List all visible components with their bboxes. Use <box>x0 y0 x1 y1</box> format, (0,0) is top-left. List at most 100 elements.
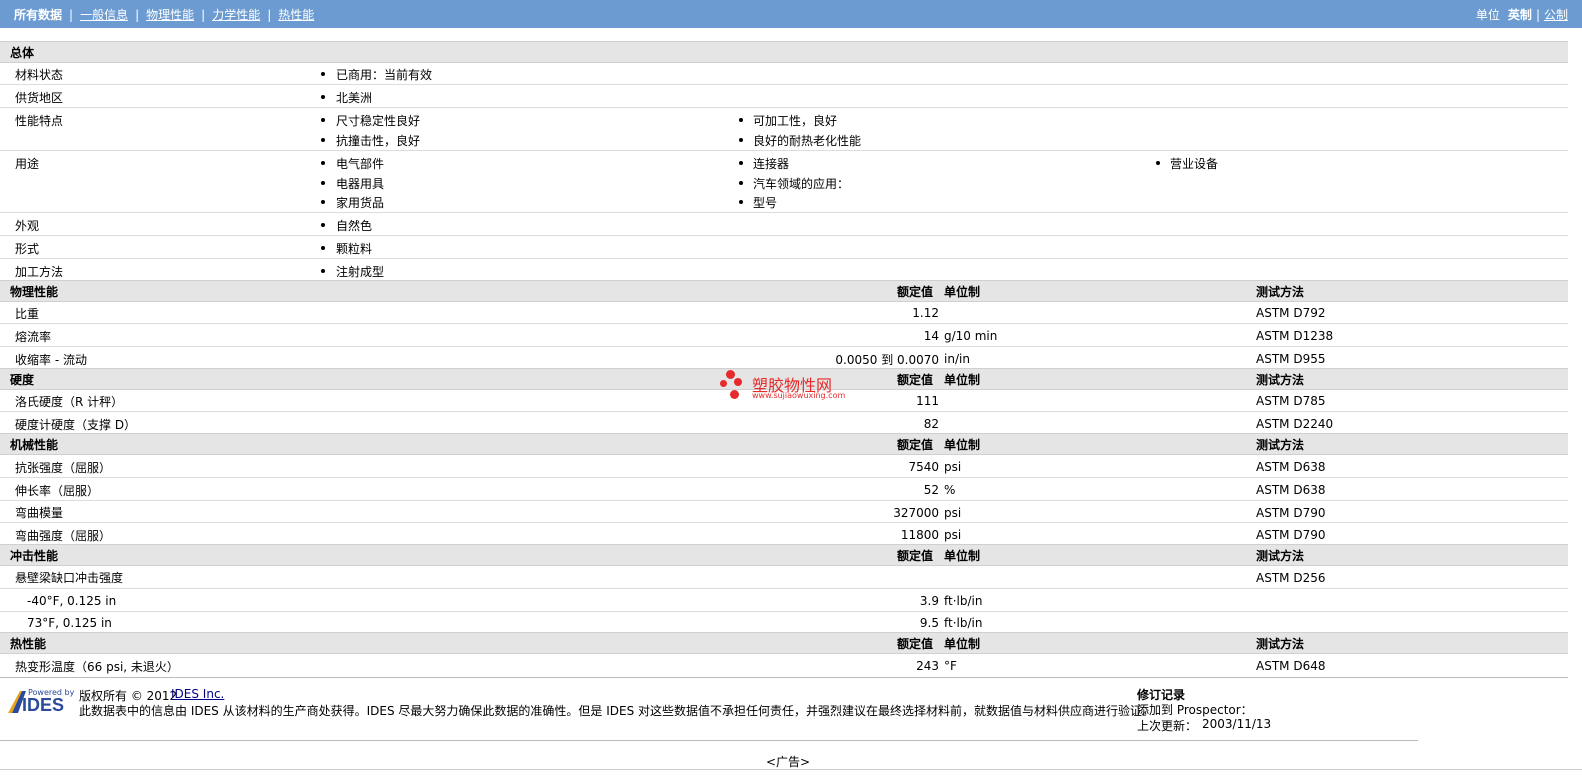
col-header-nominal: 额定值 <box>897 438 934 452</box>
property-name: 硬度计硬度（支撑 D） <box>15 418 137 432</box>
last-update-label: 上次更新： <box>1137 719 1198 733</box>
top-nav-bar: 所有数据 | 一般信息 | 物理性能 | 力学性能 | 热性能 单位 英制 | … <box>0 0 1582 28</box>
section-header-thermal <box>0 632 1568 654</box>
section-title-hardness: 硬度 <box>10 373 35 387</box>
property-name: 洛氏硬度（R 计秤） <box>15 395 124 409</box>
company-link[interactable]: IDES Inc. <box>171 687 224 701</box>
section-header-general <box>0 41 1568 63</box>
bullet <box>321 246 325 250</box>
tab-mechanical[interactable]: 力学性能 <box>212 6 260 23</box>
bullet <box>321 200 325 204</box>
property-unit: psi <box>944 460 962 474</box>
property-value: 9.5 <box>919 616 939 630</box>
bullet <box>321 161 325 165</box>
unit-separator: | <box>1535 7 1540 22</box>
watermark-dot <box>720 380 727 387</box>
appearance-value: 自然色 <box>336 219 373 233</box>
property-value: 14 <box>923 329 939 343</box>
row-divider <box>0 323 1568 324</box>
row-divider <box>0 522 1568 523</box>
property-unit: °F <box>944 659 957 673</box>
bullet <box>321 269 325 273</box>
section-header-mechanical <box>0 433 1568 455</box>
use-item: 家用货品 <box>336 196 385 210</box>
tab-all-data[interactable]: 所有数据 <box>14 6 62 23</box>
tab-separator: | <box>69 7 74 22</box>
property-method: ASTM D790 <box>1256 528 1326 542</box>
feature-item: 抗撞击性，良好 <box>336 134 421 148</box>
col-header-unit: 单位制 <box>944 373 981 387</box>
property-name: 悬壁梁缺口冲击强度 <box>15 571 124 585</box>
property-value: 11800 <box>900 528 939 542</box>
feature-item: 尺寸稳定性良好 <box>336 114 421 128</box>
row-divider <box>0 235 1568 236</box>
section-title-physical: 物理性能 <box>10 285 59 299</box>
tab-separator: | <box>267 7 272 22</box>
section-header-physical <box>0 280 1568 302</box>
row-divider <box>0 411 1568 412</box>
col-header-nominal: 额定值 <box>897 637 934 651</box>
disclaimer-text: 此数据表中的信息由 IDES 从该材料的生产商处获得。IDES 尽最大努力确保此… <box>79 704 1155 718</box>
property-method: ASTM D648 <box>1256 659 1326 673</box>
property-name: 比重 <box>15 307 40 321</box>
col-header-nominal: 额定值 <box>897 373 934 387</box>
property-name: 热变形温度（66 psi, 未退火） <box>15 660 179 674</box>
property-unit: % <box>944 483 956 497</box>
status-value: 已商用：当前有效 <box>336 68 433 82</box>
unit-metric-link[interactable]: 公制 <box>1544 6 1568 23</box>
watermark-url: www.sujiaowuxing.com <box>752 391 846 400</box>
property-unit: psi <box>944 528 962 542</box>
property-unit: g/10 min <box>944 329 998 343</box>
property-name: 抗张强度（屈服） <box>15 461 112 475</box>
col-header-unit: 单位制 <box>944 285 981 299</box>
bullet <box>739 118 743 122</box>
region-value: 北美洲 <box>336 91 373 105</box>
row-divider <box>0 346 1568 347</box>
bullet <box>321 118 325 122</box>
bullet <box>321 223 325 227</box>
property-unit: ft·lb/in <box>944 594 983 608</box>
property-name: 弯曲模量 <box>15 506 64 520</box>
property-method: ASTM D256 <box>1256 571 1326 585</box>
property-method: ASTM D2240 <box>1256 417 1334 431</box>
property-name: 弯曲强度（屈服） <box>15 529 112 543</box>
feature-item: 可加工性，良好 <box>753 114 838 128</box>
tab-thermal[interactable]: 热性能 <box>278 6 314 23</box>
uses-label: 用途 <box>15 157 40 171</box>
watermark-dot <box>730 390 739 399</box>
bullet <box>321 138 325 142</box>
bullet <box>1156 161 1160 165</box>
bullet <box>321 181 325 185</box>
section-header-impact <box>0 544 1568 566</box>
property-value: 111 <box>916 394 939 408</box>
property-value: 0.0050 到 0.0070 <box>835 353 939 367</box>
row-divider <box>0 150 1568 151</box>
col-header-method: 测试方法 <box>1256 373 1305 387</box>
tab-general-info[interactable]: 一般信息 <box>80 6 128 23</box>
process-label: 加工方法 <box>15 265 64 279</box>
bullet <box>321 95 325 99</box>
region-label: 供货地区 <box>15 91 64 105</box>
property-method: ASTM D1238 <box>1256 329 1334 343</box>
appearance-label: 外观 <box>15 219 40 233</box>
property-name: 收缩率 - 流动 <box>15 353 87 367</box>
features-label: 性能特点 <box>15 114 64 128</box>
advertisement-label: <广告> <box>766 755 811 769</box>
last-update-date: 2003/11/13 <box>1202 717 1272 731</box>
watermark-dot <box>726 370 735 379</box>
section-title-mechanical: 机械性能 <box>10 438 59 452</box>
feature-item: 良好的耐热老化性能 <box>753 134 862 148</box>
tab-physical[interactable]: 物理性能 <box>146 6 194 23</box>
row-divider <box>0 677 1568 678</box>
ides-logo: Powered by IDES <box>8 688 74 718</box>
row-divider <box>0 258 1568 259</box>
bullet <box>739 161 743 165</box>
row-divider <box>0 107 1568 108</box>
col-header-nominal: 额定值 <box>897 285 934 299</box>
ides-logo-text: IDES <box>22 695 65 715</box>
unit-label: 单位 <box>1475 8 1500 22</box>
tab-separator: | <box>135 7 140 22</box>
row-divider <box>0 611 1568 612</box>
row-divider <box>0 84 1568 85</box>
use-item: 连接器 <box>753 157 790 171</box>
